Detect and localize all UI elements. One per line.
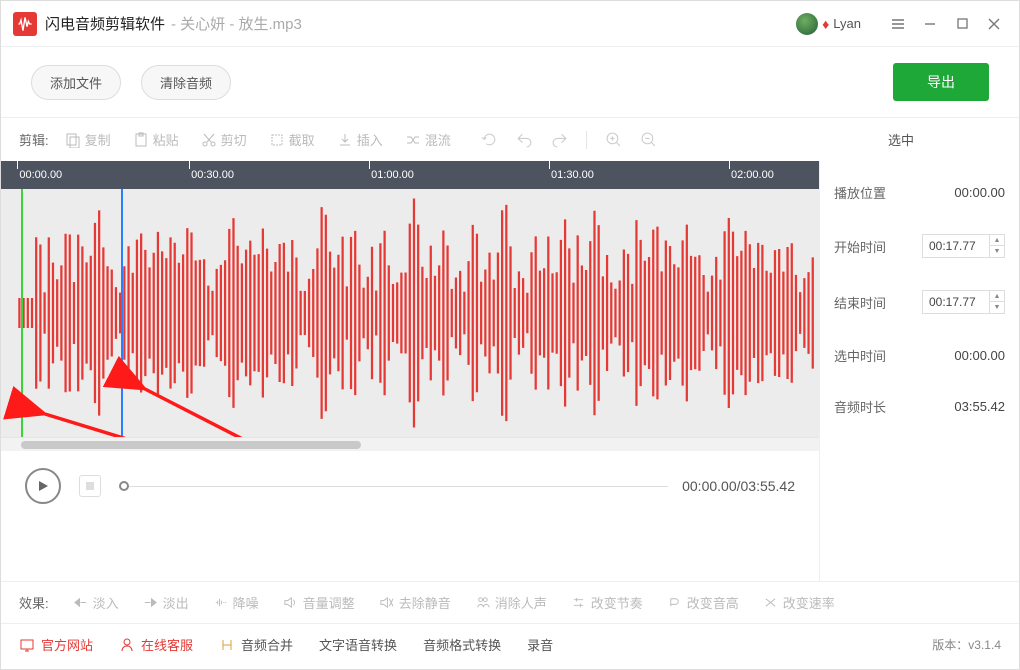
paste-button[interactable]: 粘贴 bbox=[133, 130, 179, 149]
undo-icon[interactable] bbox=[516, 131, 533, 148]
selection-start-marker[interactable] bbox=[21, 189, 23, 437]
end-up[interactable]: ▲ bbox=[990, 291, 1004, 302]
insert-button[interactable]: 插入 bbox=[337, 130, 383, 149]
denoise-button[interactable]: 降噪 bbox=[213, 593, 259, 612]
mix-button[interactable]: 混流 bbox=[405, 130, 451, 149]
sel-time-label: 选中时间 bbox=[834, 346, 886, 365]
timeline-ruler[interactable]: 00:00.0000:30.0001:00.0001:30.0002:00.00 bbox=[1, 161, 819, 189]
playhead-cursor[interactable] bbox=[121, 189, 123, 437]
tempo-button[interactable]: 改变节奏 bbox=[571, 593, 643, 612]
right-panel: 播放位置 00:00.00 开始时间 ▲▼ 结束时间 ▲▼ 选中时间 00:00… bbox=[819, 161, 1019, 581]
fade-out-button[interactable]: 淡出 bbox=[143, 593, 189, 612]
end-time-label: 结束时间 bbox=[834, 293, 886, 312]
top-row: 添加文件 清除音频 导出 bbox=[1, 47, 1019, 117]
support-button[interactable]: 在线客服 bbox=[119, 635, 193, 654]
gem-icon: ♦ bbox=[822, 16, 829, 32]
start-down[interactable]: ▼ bbox=[990, 246, 1004, 257]
progress-handle[interactable] bbox=[119, 481, 129, 491]
volume-button[interactable]: 音量调整 bbox=[283, 593, 355, 612]
clear-audio-button[interactable]: 清除音频 bbox=[141, 65, 231, 100]
fade-in-button[interactable]: 淡入 bbox=[73, 593, 119, 612]
zoom-out-icon[interactable] bbox=[640, 131, 657, 148]
stop-button[interactable] bbox=[79, 475, 101, 497]
edit-label: 剪辑: bbox=[19, 130, 49, 149]
file-title: - 关心妍 - 放生.mp3 bbox=[171, 13, 302, 34]
start-time-input[interactable] bbox=[923, 235, 989, 257]
start-time-label: 开始时间 bbox=[834, 237, 886, 256]
format-convert-button[interactable]: 音频格式转换 bbox=[423, 635, 501, 654]
official-site-button[interactable]: 官方网站 bbox=[19, 635, 93, 654]
avatar[interactable] bbox=[796, 13, 818, 35]
scrollbar-thumb[interactable] bbox=[21, 441, 361, 449]
play-pos-label: 播放位置 bbox=[834, 183, 886, 202]
titlebar: 闪电音频剪辑软件 - 关心妍 - 放生.mp3 ♦ Lyan bbox=[1, 1, 1019, 47]
add-file-button[interactable]: 添加文件 bbox=[31, 65, 121, 100]
version-label: 版本：v3.1.4 bbox=[932, 636, 1001, 653]
end-down[interactable]: ▼ bbox=[990, 302, 1004, 313]
cut-button[interactable]: 剪切 bbox=[201, 130, 247, 149]
zoom-in-icon[interactable] bbox=[605, 131, 622, 148]
minimize-button[interactable] bbox=[917, 11, 943, 37]
wave-area: 00:00.0000:30.0001:00.0001:30.0002:00.00 bbox=[1, 161, 819, 581]
username: Lyan bbox=[833, 16, 861, 31]
export-button[interactable]: 导出 bbox=[893, 63, 989, 101]
bottom-bar: 官方网站 在线客服 音频合并 文字语音转换 音频格式转换 录音 版本：v3.1.… bbox=[1, 623, 1019, 665]
time-display: 00:00.00/03:55.42 bbox=[682, 478, 795, 494]
start-up[interactable]: ▲ bbox=[990, 235, 1004, 246]
redo-icon[interactable] bbox=[551, 131, 568, 148]
close-button[interactable] bbox=[981, 11, 1007, 37]
play-button[interactable] bbox=[25, 468, 61, 504]
remove-silence-button[interactable]: 去除静音 bbox=[379, 593, 451, 612]
waveform[interactable] bbox=[1, 189, 819, 437]
speed-button[interactable]: 改变速率 bbox=[763, 593, 835, 612]
maximize-button[interactable] bbox=[949, 11, 975, 37]
progress-track[interactable] bbox=[129, 486, 668, 487]
play-pos-value: 00:00.00 bbox=[954, 185, 1005, 200]
pitch-button[interactable]: 改变音高 bbox=[667, 593, 739, 612]
crop-button[interactable]: 截取 bbox=[269, 130, 315, 149]
duration-value: 03:55.42 bbox=[954, 399, 1005, 414]
copy-button[interactable]: 复制 bbox=[65, 130, 111, 149]
tts-button[interactable]: 文字语音转换 bbox=[319, 635, 397, 654]
duration-label: 音频时长 bbox=[834, 397, 886, 416]
refresh-icon[interactable] bbox=[481, 131, 498, 148]
edit-toolbar: 剪辑: 复制 粘贴 剪切 截取 插入 混流 选中 bbox=[1, 117, 1019, 161]
right-panel-header: 选中 bbox=[801, 130, 1001, 149]
playback-controls: 00:00.00/03:55.42 bbox=[1, 451, 819, 521]
effects-label: 效果: bbox=[19, 593, 49, 612]
effects-bar: 效果: 淡入 淡出 降噪 音量调整 去除静音 消除人声 改变节奏 改变音高 改变… bbox=[1, 581, 1019, 623]
remove-vocal-button[interactable]: 消除人声 bbox=[475, 593, 547, 612]
record-button[interactable]: 录音 bbox=[527, 635, 553, 654]
app-title: 闪电音频剪辑软件 bbox=[45, 13, 165, 34]
merge-button[interactable]: 音频合并 bbox=[219, 635, 293, 654]
main-area: 00:00.0000:30.0001:00.0001:30.0002:00.00 bbox=[1, 161, 1019, 581]
menu-button[interactable] bbox=[885, 11, 911, 37]
horizontal-scrollbar[interactable] bbox=[1, 437, 819, 451]
sel-time-value: 00:00.00 bbox=[954, 348, 1005, 363]
app-icon bbox=[13, 12, 37, 36]
end-time-input[interactable] bbox=[923, 291, 989, 313]
